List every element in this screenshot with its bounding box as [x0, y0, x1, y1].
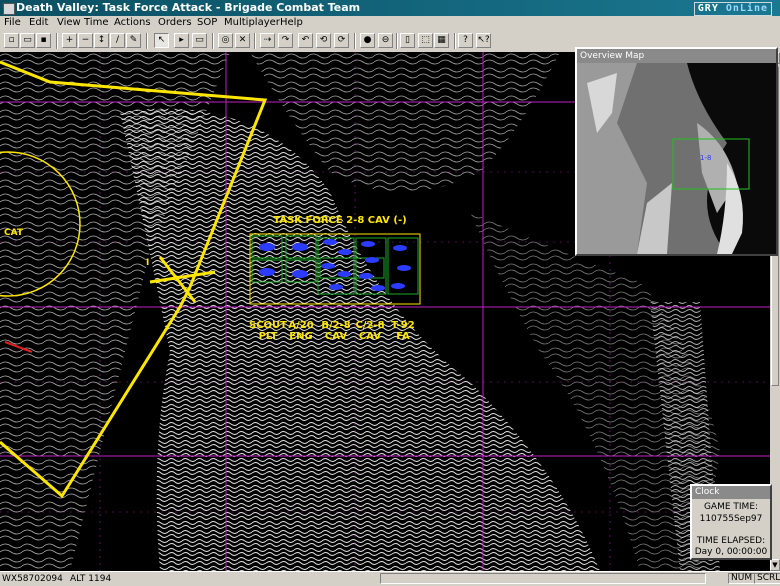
unit-label-line1: SCOUT [249, 320, 287, 331]
scroll-icon[interactable]: ↕ [94, 33, 109, 48]
info-icon[interactable]: ▦ [434, 33, 449, 48]
clock-title[interactable]: Clock [692, 486, 770, 499]
window-title-bar[interactable]: Death Valley: Task Force Attack - Brigad… [0, 0, 780, 16]
go-icon[interactable]: ● [360, 33, 375, 48]
overview-map-terrain[interactable] [577, 63, 776, 254]
line-icon[interactable]: / [110, 33, 125, 48]
unit-label-line2: CAV [324, 331, 348, 342]
toolbar-separator [354, 33, 356, 49]
menu-edit[interactable]: Edit [29, 17, 48, 28]
toolbar-separator [454, 33, 456, 49]
toolbar-separator [396, 33, 398, 49]
toolbar-separator [146, 33, 148, 49]
merge-icon[interactable]: ▯ [400, 33, 415, 48]
overview-map-window[interactable]: Overview Map 1-8 [575, 47, 778, 256]
unit-label-scout-plt[interactable]: SCOUT PLT [248, 320, 288, 342]
overview-map-title[interactable]: Overview Map [577, 49, 776, 63]
unit-label-t-92-fa[interactable]: T-92 FA [386, 320, 420, 342]
cat-label[interactable]: CAT [4, 228, 23, 239]
zoom-out-icon[interactable]: − [78, 33, 93, 48]
app-icon [3, 3, 15, 15]
split-icon[interactable]: ⊖ [378, 33, 393, 48]
unit-label-line2: FA [396, 331, 410, 342]
altitude-readout: ALT 1194 [70, 574, 112, 584]
scroll-lock-indicator: SCRL [754, 573, 780, 584]
menu-actions[interactable]: Actions [114, 17, 151, 28]
unit-icon[interactable]: ▸ [174, 33, 189, 48]
unit-label-line1: A/20 [288, 320, 314, 331]
unit-label-line2: CAV [358, 331, 382, 342]
zoom-map-icon[interactable]: ⬚ [418, 33, 433, 48]
phase-line-label: I [146, 258, 150, 268]
open-folder-icon[interactable]: ▭ [20, 33, 35, 48]
unit-label-line1: B/2-8 [321, 320, 351, 331]
unit-label-b-2-8-cav[interactable]: B/2-8 CAV [318, 320, 354, 342]
save-icon[interactable]: ▪ [36, 33, 51, 48]
scroll-down-arrow-icon[interactable]: ▼ [770, 559, 780, 571]
attack-icon[interactable]: ⟲ [316, 33, 331, 48]
move-icon[interactable]: ⇢ [260, 33, 275, 48]
toolbar-separator [254, 33, 256, 49]
select-pointer-icon[interactable]: ↖ [154, 33, 169, 48]
graphic-icon[interactable]: ✎ [126, 33, 141, 48]
toolbar-separator [56, 33, 58, 49]
time-elapsed-value: Day 0, 00:00:00 [694, 547, 768, 557]
unit-label-line2: PLT [258, 331, 278, 342]
game-time-value: 110755Sep97 [699, 514, 763, 524]
defend-icon[interactable]: ↶ [298, 33, 313, 48]
grid-coordinates: WX58702094 [2, 574, 63, 584]
unit-label-line1: C/2-8 [355, 320, 385, 331]
measure-icon[interactable]: ▭ [192, 33, 207, 48]
menu-help[interactable]: Help [280, 17, 303, 28]
menu-file[interactable]: File [4, 17, 21, 28]
clock-icon[interactable]: ✕ [235, 33, 250, 48]
new-file-icon[interactable]: ▫ [4, 33, 19, 48]
status-bar: WX58702094 ALT 1194 NUM SCRL [0, 571, 780, 586]
menu-multiplayer[interactable]: Multiplayer [224, 17, 280, 28]
game-time-label: GAME TIME: [703, 502, 759, 512]
overview-unit-marker[interactable]: 1-8 [700, 154, 711, 162]
num-lock-indicator: NUM [728, 573, 756, 584]
stop-icon[interactable]: ⟳ [334, 33, 349, 48]
window-title: Death Valley: Task Force Attack - Brigad… [16, 1, 361, 14]
menu-bar: File Edit View Time Actions Orders SOP M… [0, 16, 780, 30]
time-elapsed-label: TIME ELAPSED: [696, 536, 766, 546]
watermark-logo: GRY OnLine [693, 2, 772, 16]
toolbar-separator [212, 33, 214, 49]
task-force-label[interactable]: TASK FORCE 2-8 CAV (-) [270, 215, 410, 226]
compass-icon[interactable]: ◎ [218, 33, 233, 48]
menu-sop[interactable]: SOP [197, 17, 217, 28]
question-icon[interactable]: ? [458, 33, 473, 48]
unit-label-line2: ENG [289, 331, 313, 342]
zoom-in-icon[interactable]: + [62, 33, 77, 48]
menu-orders[interactable]: Orders [158, 17, 192, 28]
menu-view[interactable]: View [57, 17, 81, 28]
help-icon[interactable]: ↖? [476, 33, 491, 48]
clock-window[interactable]: Clock GAME TIME: 110755Sep97 TIME ELAPSE… [690, 484, 772, 560]
status-message-pane [380, 573, 706, 584]
unit-label-line1: T-92 [391, 320, 415, 331]
menu-time[interactable]: Time [84, 17, 108, 28]
hold-icon[interactable]: ↷ [278, 33, 293, 48]
unit-label-a-20-eng[interactable]: A/20 ENG [284, 320, 318, 342]
unit-label-c-2-8-cav[interactable]: C/2-8 CAV [352, 320, 388, 342]
